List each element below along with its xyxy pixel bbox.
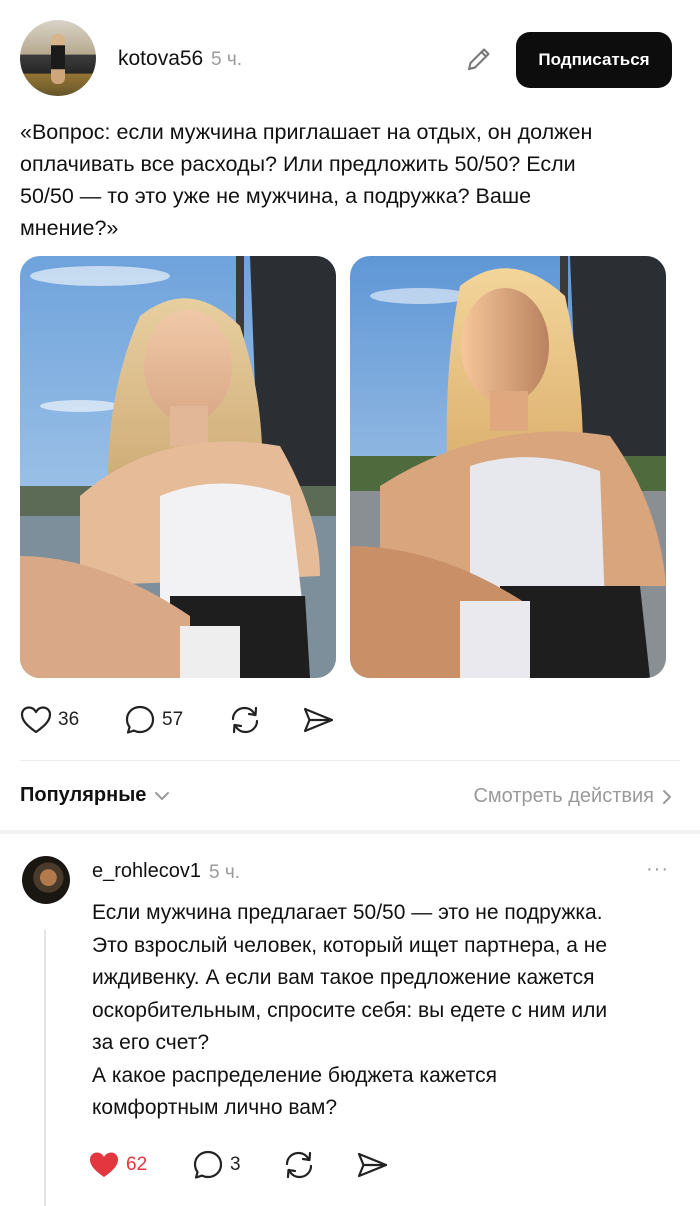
post-time: 5 ч. xyxy=(211,49,243,70)
comment-text-line: комфортным лично вам? xyxy=(92,1096,338,1119)
view-actions-label: Смотреть действия xyxy=(473,785,654,807)
comment-like-button[interactable]: 62 xyxy=(88,1145,147,1185)
chevron-down-icon xyxy=(155,791,170,800)
send-icon xyxy=(357,1152,388,1178)
comment-actions: 62 3 xyxy=(88,1145,488,1185)
post-text: «Вопрос: если мужчина приглашает на отды… xyxy=(20,116,670,244)
comment-like-count: 62 xyxy=(126,1154,148,1175)
comment-text-line: Если мужчина предлагает 50/50 — это не п… xyxy=(92,901,603,924)
comment-reply-button[interactable]: 3 xyxy=(192,1145,241,1185)
comment-text-line: А какое распределение бюджета кажется xyxy=(92,1063,498,1087)
divider xyxy=(20,760,680,761)
post-photo-1[interactable] xyxy=(20,256,336,678)
post-text-line: оплачивать все расходы? Или предложить 5… xyxy=(20,152,576,176)
comment-text: Если мужчина предлагает 50/50 — это не п… xyxy=(92,897,682,1125)
comment-text-line: иждивенку. А если вам такое предложение … xyxy=(92,966,595,989)
repost-icon xyxy=(231,706,259,734)
pencil-icon[interactable] xyxy=(464,44,494,74)
comment-time: 5 ч. xyxy=(209,862,241,883)
sort-label: Популярные xyxy=(20,784,147,806)
commenter-avatar[interactable] xyxy=(22,856,70,904)
commenter-username[interactable]: e_rohlecov1 xyxy=(92,860,201,883)
comment-reply-count: 3 xyxy=(230,1154,241,1175)
comment-text-line: Это взрослый человек, который ищет партн… xyxy=(92,933,608,957)
view-actions-link[interactable]: Смотреть действия xyxy=(473,785,672,808)
comment-text-line: оскорбительным, спросите себя: вы едете … xyxy=(92,998,608,1022)
author-username[interactable]: kotova56 xyxy=(118,47,203,71)
share-button[interactable] xyxy=(302,700,336,740)
comment-repost-button[interactable] xyxy=(282,1145,316,1185)
repost-icon xyxy=(285,1151,313,1179)
post-header: kotova56 5 ч. Подписаться xyxy=(20,20,680,100)
chevron-right-icon xyxy=(663,789,671,804)
more-options-icon[interactable]: ··· xyxy=(646,858,669,881)
like-count: 36 xyxy=(58,709,80,730)
subscribe-button[interactable]: Подписаться xyxy=(516,32,672,88)
author-avatar[interactable] xyxy=(20,20,96,96)
send-icon xyxy=(303,707,334,733)
comment-share-button[interactable] xyxy=(356,1145,390,1185)
repost-button[interactable] xyxy=(228,700,262,740)
post-text-line: 50/50 — то это уже не мужчина, а подружк… xyxy=(20,184,532,208)
like-button[interactable]: 36 xyxy=(20,700,79,740)
comment-button[interactable]: 57 xyxy=(124,700,183,740)
post-text-line: «Вопрос: если мужчина приглашает на отды… xyxy=(20,120,593,144)
post-text-line: мнение?» xyxy=(20,216,119,240)
comment-count: 57 xyxy=(162,709,184,730)
section-separator xyxy=(0,830,700,834)
post-actions: 36 57 xyxy=(20,700,680,740)
comment-bubble-icon xyxy=(125,705,155,734)
thread-line xyxy=(44,930,46,1206)
heart-icon xyxy=(90,1152,118,1177)
post-photo-2[interactable] xyxy=(350,256,666,678)
sort-dropdown[interactable]: Популярные xyxy=(20,784,170,807)
heart-icon xyxy=(20,706,52,734)
comment-text-line: за его счет? xyxy=(92,1031,210,1054)
comment-bubble-icon xyxy=(193,1150,223,1179)
